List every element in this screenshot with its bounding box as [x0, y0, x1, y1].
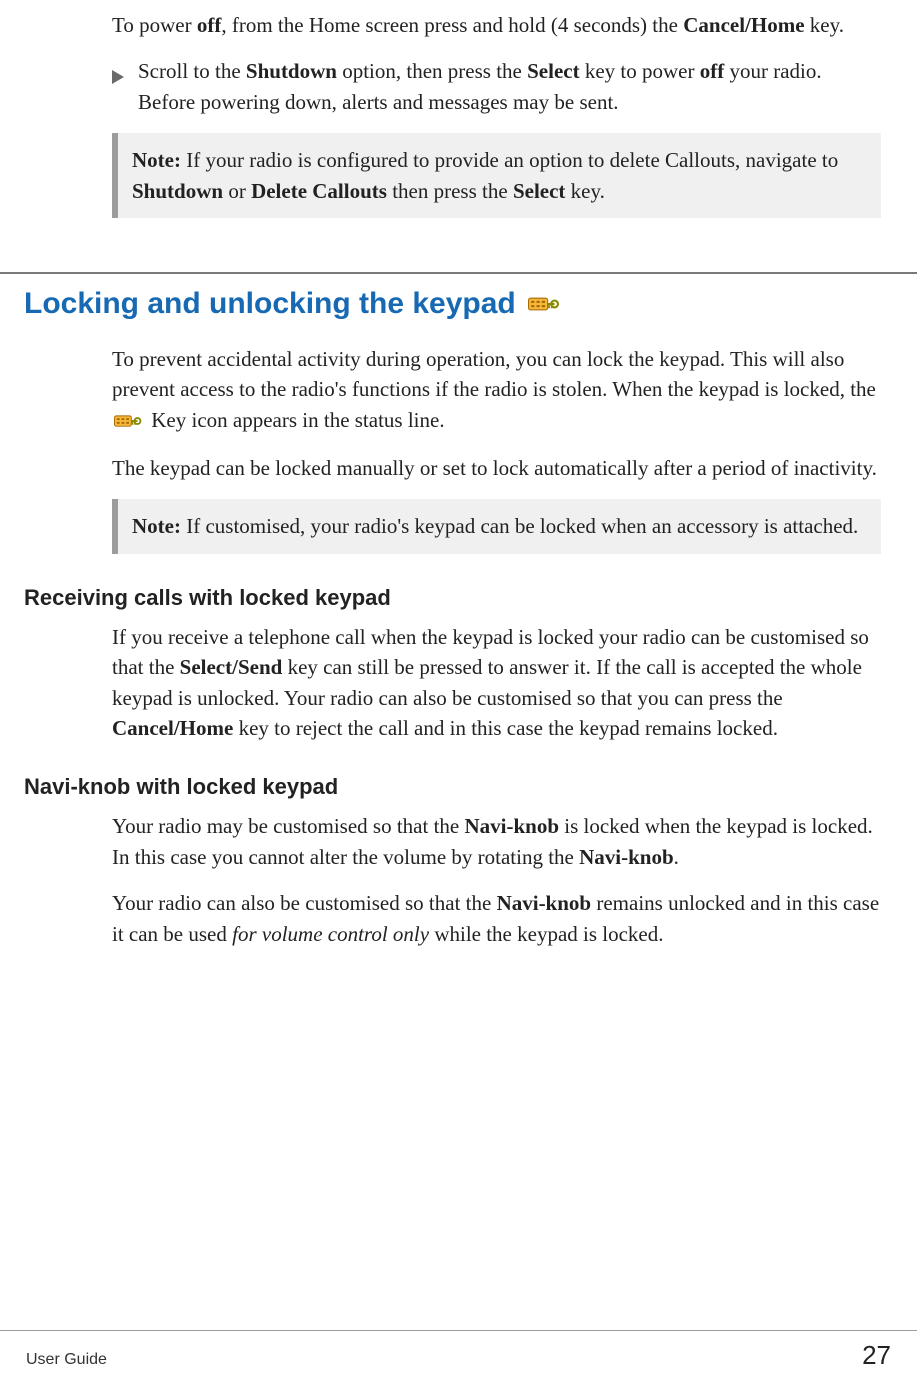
section-paragraph: The keypad can be locked manually or set…: [112, 453, 881, 483]
page-footer: User Guide 27: [0, 1330, 917, 1375]
section-intro-paragraph: To prevent accidental activity during op…: [112, 344, 881, 437]
bold-delete-callouts: Delete Callouts: [251, 179, 387, 203]
text: option, then press the: [337, 59, 527, 83]
note-callouts: Note: If your radio is configured to pro…: [112, 133, 881, 218]
italic-text: for volume control only: [232, 922, 429, 946]
bold-select-send: Select/Send: [180, 655, 283, 679]
bold-shutdown: Shutdown: [132, 179, 223, 203]
text: or: [223, 179, 251, 203]
page-number: 27: [862, 1337, 891, 1375]
keypad-lock-icon: [114, 407, 144, 437]
text: To prevent accidental activity during op…: [112, 347, 876, 401]
text: Your radio may be customised so that the: [112, 814, 465, 838]
bold-shutdown: Shutdown: [246, 59, 337, 83]
text: If your radio is configured to provide a…: [181, 148, 838, 172]
keypad-lock-icon: [528, 282, 562, 326]
bold-off: off: [700, 59, 725, 83]
text: key.: [565, 179, 604, 203]
text: .: [674, 845, 679, 869]
bold-navi-knob: Navi-knob: [579, 845, 674, 869]
power-off-paragraph: To power off, from the Home screen press…: [112, 10, 881, 40]
section-heading: Locking and unlocking the keypad: [0, 282, 893, 326]
subheading-navi-knob: Navi-knob with locked keypad: [24, 771, 881, 803]
navi-knob-paragraph-1: Your radio may be customised so that the…: [112, 811, 881, 872]
text: key.: [805, 13, 844, 37]
subheading-receiving-calls: Receiving calls with locked keypad: [24, 582, 881, 614]
bold-navi-knob: Navi-knob: [497, 891, 592, 915]
section-heading-text: Locking and unlocking the keypad: [24, 282, 516, 326]
bold-select: Select: [527, 59, 579, 83]
note-accessory: Note: If customised, your radio's keypad…: [112, 499, 881, 553]
bold-select: Select: [513, 179, 565, 203]
bold-cancel-home: Cancel/Home: [112, 716, 233, 740]
text: , from the Home screen press and hold (4…: [221, 13, 683, 37]
bold-off: off: [197, 13, 222, 37]
text: To power: [112, 13, 197, 37]
text: key to power: [580, 59, 700, 83]
note-label: Note:: [132, 514, 181, 538]
text: key to reject the call and in this case …: [233, 716, 778, 740]
text: If customised, your radio's keypad can b…: [181, 514, 858, 538]
bullet-item: Scroll to the Shutdown option, then pres…: [112, 56, 881, 117]
text: then press the: [387, 179, 513, 203]
bold-cancel-home: Cancel/Home: [683, 13, 804, 37]
text: Key icon appears in the status line.: [146, 408, 445, 432]
navi-knob-paragraph-2: Your radio can also be customised so tha…: [112, 888, 881, 949]
bold-navi-knob: Navi-knob: [465, 814, 560, 838]
triangle-bullet-icon: [112, 62, 138, 92]
text: Your radio can also be customised so tha…: [112, 891, 497, 915]
section-divider: [0, 272, 917, 274]
bullet-text: Scroll to the Shutdown option, then pres…: [138, 56, 881, 117]
footer-title: User Guide: [26, 1348, 107, 1371]
receiving-calls-paragraph: If you receive a telephone call when the…: [112, 622, 881, 744]
text: while the keypad is locked.: [429, 922, 663, 946]
text: Scroll to the: [138, 59, 246, 83]
note-label: Note:: [132, 148, 181, 172]
